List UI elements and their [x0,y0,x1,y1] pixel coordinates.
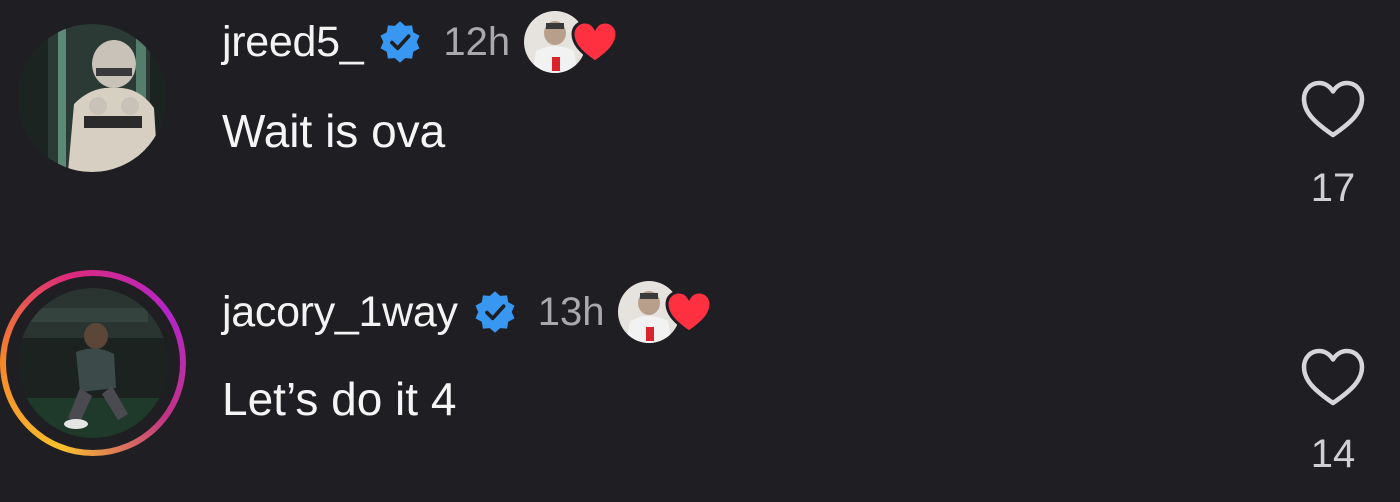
comment-time: 12h [443,19,511,64]
like-count: 17 [1310,166,1356,210]
username[interactable]: jacory_1way [222,288,458,337]
user-avatar[interactable] [18,288,168,438]
username[interactable]: jreed5_ [222,18,364,67]
liked-by-creator [618,277,718,347]
comment-item: jacory_1way 13h Let’s do it 4 14 [0,262,1400,502]
verified-badge-icon [380,21,420,63]
heart-outline-icon[interactable] [1298,346,1368,408]
like-count: 14 [1310,432,1356,476]
heart-outline-icon[interactable] [1298,78,1368,140]
user-avatar[interactable] [18,24,166,172]
heart-filled-icon [665,290,713,334]
comment-time: 13h [537,289,605,334]
football-player-avatar-icon [18,24,166,172]
liked-by-creator [524,7,624,77]
comment-header: jacory_1way 13h [222,281,718,343]
verified-badge-icon [475,291,515,333]
heart-filled-icon [571,20,619,64]
comment-text: Let’s do it 4 [222,373,457,425]
player-crouching-avatar-icon [18,288,168,438]
comment-item: jreed5_ 12h Wait is ova 17 [0,0,1400,240]
comment-text: Wait is ova [222,105,446,157]
comment-header: jreed5_ 12h [222,11,624,73]
